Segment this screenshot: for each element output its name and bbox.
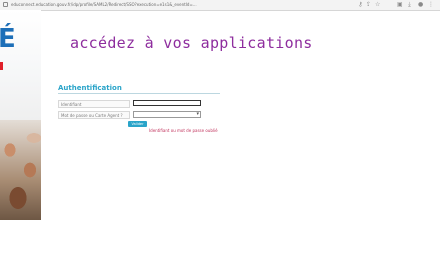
download-icon[interactable]: ⤓ [407,2,412,8]
page-title: accédez à vos applications [70,34,313,52]
ministry-logo-icon: É [0,24,16,54]
logo-red-mark [0,62,3,70]
chevron-down-icon: ▾ [196,111,199,117]
browser-address-bar: educonnect.education.gouv.fr/idp/profile… [0,0,440,11]
menu-icon[interactable]: ⋮ [428,2,434,8]
url-text[interactable]: educonnect.education.gouv.fr/idp/profile… [11,1,299,9]
lock-icon [3,2,8,7]
share-icon[interactable]: ⇪ [366,2,371,8]
forgot-password-link[interactable]: Identifiant ou mot de passe oublié [149,128,218,133]
username-input[interactable] [133,100,201,106]
auth-method-row: Mot de passe ou Carte Agent ? ▾ [58,111,218,119]
submit-button[interactable]: Valider [128,121,147,127]
extensions-icon[interactable]: ▣ [397,2,403,8]
username-row: Identifiant [58,100,218,108]
auth-heading: Authentification [58,84,122,92]
profile-icon[interactable]: ● [418,2,423,8]
key-icon[interactable]: ⚷ [358,2,363,8]
bookmark-star-icon[interactable]: ☆ [375,2,380,8]
auth-method-label: Mot de passe ou Carte Agent ? [58,111,130,119]
auth-method-select[interactable]: ▾ [133,111,201,118]
auth-divider [58,93,220,94]
username-label: Identifiant [58,100,130,108]
children-photo [0,120,41,220]
left-banner: É [0,10,41,220]
